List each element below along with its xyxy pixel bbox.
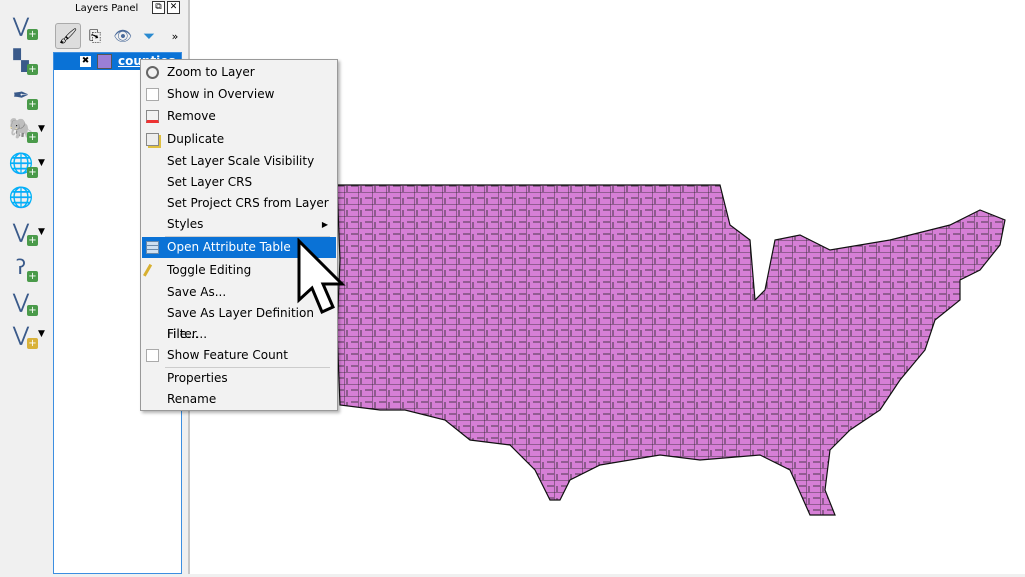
menu-item-remove[interactable]: Remove (142, 106, 336, 127)
add-group-icon[interactable]: ⎘ (82, 23, 108, 49)
visibility-checkbox[interactable]: ✖ (80, 56, 91, 67)
menu-item-label: Duplicate (167, 132, 225, 146)
add-postgis-icon[interactable]: 🐘 + (6, 113, 38, 143)
menu-separator (165, 236, 330, 237)
menu-item-properties[interactable]: Properties (142, 368, 336, 389)
chevron-down-icon[interactable]: ▼ (38, 124, 45, 134)
chevron-down-icon[interactable]: ▼ (38, 158, 45, 168)
layer-context-menu: Zoom to Layer Show in Overview Remove Dupli… (140, 59, 338, 411)
checkbox[interactable] (146, 88, 159, 101)
menu-item-label: Open Attribute Table (167, 240, 291, 254)
menu-item-label: Rename (167, 392, 217, 406)
layer-symbol (97, 54, 112, 69)
mouse-cursor-icon (297, 238, 346, 315)
menu-item-label: Properties (167, 371, 228, 385)
chevron-down-icon[interactable]: ▼ (38, 227, 45, 237)
remove-icon (146, 110, 159, 123)
menu-item-rename[interactable]: Rename (142, 389, 336, 410)
add-virtual-layer-icon[interactable]: ⋁ + (6, 286, 38, 316)
new-shapefile-icon[interactable]: ⋁ + (6, 319, 38, 349)
menu-item-label: Filter... (167, 327, 208, 341)
submenu-arrow-icon: ▶ (321, 220, 328, 229)
style-manager-icon[interactable]: 🖌 (55, 23, 81, 49)
float-panel-button[interactable]: ⧉ (152, 1, 165, 14)
menu-item-show-feature-count[interactable]: Show Feature Count (142, 345, 336, 366)
us-counties-polygon (336, 184, 1006, 516)
chevron-down-icon[interactable]: ▼ (38, 329, 45, 339)
menu-item-zoom-to-layer[interactable]: Zoom to Layer (142, 62, 336, 83)
menu-item-label: Set Layer Scale Visibility (167, 154, 315, 168)
menu-item-styles[interactable]: Styles ▶ (142, 214, 336, 235)
table-icon (146, 241, 159, 254)
pencil-icon (143, 263, 153, 278)
zoom-icon (146, 66, 159, 79)
menu-item-label: Toggle Editing (167, 263, 252, 277)
panel-title: Layers Panel (75, 3, 139, 14)
menu-item-set-project-crs-from-layer[interactable]: Set Project CRS from Layer (142, 193, 336, 214)
menu-item-label: Save As... (167, 285, 227, 299)
add-raster-layer-icon[interactable]: ▚ + (6, 45, 38, 75)
menu-item-filter[interactable]: Filter... (142, 324, 336, 345)
close-panel-button[interactable]: ✕ (167, 1, 180, 14)
duplicate-icon (146, 133, 159, 146)
add-wfs-icon[interactable]: 🌐 (6, 182, 36, 212)
add-spatialite-icon[interactable]: ʔ + (6, 252, 38, 282)
menu-item-label: Set Layer CRS (167, 175, 253, 189)
add-wms-icon[interactable]: 🌐 + (6, 148, 38, 178)
data-source-toolbar: ⋁ + ▚ + ✒ + 🐘 + ▼ 🌐 + ▼ 🌐 ⋁ + ▼ ʔ + ⋁ + ⋁ + ▼ (0, 0, 50, 574)
menu-item-set-layer-scale-visibility[interactable]: Set Layer Scale Visibility (142, 151, 336, 172)
menu-item-label: Remove (167, 109, 216, 123)
menu-item-label: Zoom to Layer (167, 65, 255, 79)
add-delimited-text-icon[interactable]: ✒ + (6, 80, 38, 110)
menu-item-label: Styles (167, 217, 204, 231)
menu-item-label: Show in Overview (167, 87, 275, 101)
add-wcs-icon[interactable]: ⋁ + (6, 216, 38, 246)
menu-item-label: Set Project CRS from Layer (167, 196, 329, 210)
menu-item-duplicate[interactable]: Duplicate (142, 129, 336, 150)
menu-separator (165, 367, 330, 368)
filter-icon[interactable]: ⏷ (136, 23, 162, 49)
eye-icon[interactable]: 👁 (110, 23, 136, 49)
more-icon[interactable]: » (162, 23, 188, 49)
add-vector-layer-icon[interactable]: ⋁ + (6, 10, 38, 40)
menu-item-show-in-overview[interactable]: Show in Overview (142, 84, 336, 105)
checkbox[interactable] (146, 349, 159, 362)
menu-item-label: Show Feature Count (167, 348, 288, 362)
menu-item-set-layer-crs[interactable]: Set Layer CRS (142, 172, 336, 193)
